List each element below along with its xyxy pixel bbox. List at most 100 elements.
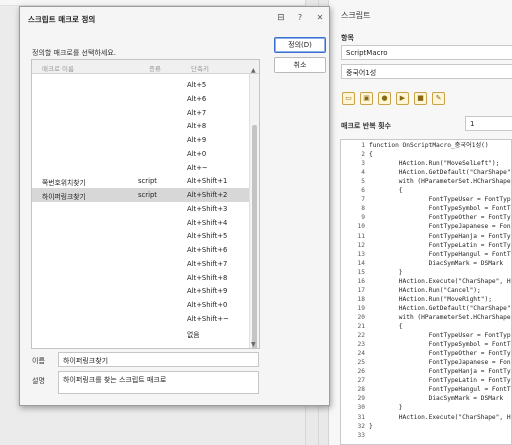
code-line: 30 } (341, 403, 511, 412)
code-text: FontTypeHanja = FontTyp (369, 232, 512, 240)
line-number: 18 (357, 295, 365, 303)
macro-define-dialog: 스크립트 매크로 정의 ⊟ ? ✕ 정의할 매크로를 선택하세요. 매크로 이름… (19, 6, 330, 406)
code-text: FontTypeJapanese = Fon (369, 223, 511, 231)
line-number: 9 (361, 214, 365, 222)
shortcut-cell: Alt+Shift+2 (187, 191, 228, 199)
line-number: 1 (361, 142, 365, 149)
code-line: 5 with (HParameterSet.HCharShape (341, 177, 511, 186)
code-text: FontTypeOther = FontTy (369, 350, 511, 358)
name-input[interactable]: 하이퍼링크찾기 (58, 352, 259, 367)
cancel-button[interactable]: 취소 (274, 57, 326, 73)
code-text: HAction.Run("Cancel"); (369, 286, 481, 294)
code-text: FontTypeOther = FontTy (369, 214, 511, 222)
code-line: 25 FontTypeJapanese = Fon (341, 358, 511, 367)
item-script-macro[interactable]: ScriptMacro (341, 45, 512, 60)
list-item[interactable]: Alt+Shift+~ (32, 312, 249, 326)
code-line: 9 FontTypeOther = FontTy (341, 213, 511, 222)
define-button[interactable]: 정의(D) (274, 37, 326, 53)
save-icon[interactable]: ▣ (360, 92, 373, 105)
line-number: 25 (357, 359, 365, 367)
list-item[interactable]: Alt+0 (32, 147, 249, 161)
line-number: 29 (357, 395, 365, 403)
list-item[interactable]: 쪽번호위치찾기 script Alt+Shift+1 (32, 174, 249, 188)
record-icon[interactable]: ● (378, 92, 391, 105)
code-line: 10 FontTypeJapanese = Fon (341, 222, 511, 231)
code-text: HAction.GetDefault("CharShape", (369, 304, 512, 312)
list-item[interactable]: Alt+6 (32, 92, 249, 106)
line-number: 4 (361, 169, 365, 177)
code-text: function OnScriptMacro_중국어1성() (369, 142, 489, 149)
list-header: 매크로 이름 종류 단축키 (32, 60, 259, 74)
edit-icon[interactable]: ✎ (432, 92, 445, 105)
code-line: 29 DiacSymMark = DSMark (341, 394, 511, 403)
list-item[interactable]: Alt+Shift+5 (32, 229, 249, 243)
code-text: HAction.Run("MoveSelLeft"); (369, 160, 500, 168)
open-icon[interactable]: ▭ (342, 92, 355, 105)
code-line: 23 FontTypeSymbol = FontT (341, 340, 511, 349)
description-label: 설명 (32, 377, 45, 385)
code-line: 7 FontTypeUser = FontTyp (341, 195, 511, 204)
column-header-type: 종류 (149, 65, 161, 73)
code-line: 20 with (HParameterSet.HCharShape (341, 313, 511, 322)
code-text: } (369, 404, 403, 412)
name-label: 이름 (32, 357, 45, 365)
code-line: 28 FontTypeHangul = FontTy (341, 385, 511, 394)
line-number: 21 (357, 323, 365, 330)
shortcut-cell: Alt+Shift+3 (187, 204, 228, 213)
code-text: with (HParameterSet.HCharShape (369, 178, 511, 186)
code-line: 4 HAction.GetDefault("CharShape", (341, 168, 511, 177)
code-text: FontTypeUser = FontTyp (369, 196, 511, 204)
item-macro-name[interactable]: 중국어1성 (341, 64, 512, 79)
shortcut-cell: Alt+9 (187, 136, 207, 144)
line-number: 11 (357, 232, 365, 240)
code-editor[interactable]: 1 function OnScriptMacro_중국어1성() 2{3 HActi… (340, 139, 512, 445)
code-text: with (HParameterSet.HCharShape (369, 313, 511, 321)
list-item[interactable]: 없음 (32, 326, 249, 340)
code-text: FontTypeLatin = FontTyp (369, 377, 512, 385)
shortcut-cell: Alt+0 (187, 149, 207, 158)
macro-name-cell: 하이퍼링크찾기 (42, 193, 86, 201)
line-number: 7 (361, 196, 365, 204)
list-item[interactable]: Alt+9 (32, 133, 249, 147)
list-item[interactable]: Alt+Shift+0 (32, 298, 249, 312)
line-number: 13 (357, 250, 365, 258)
shortcut-cell: Alt+Shift+9 (187, 287, 228, 296)
list-item[interactable]: Alt+Shift+6 (32, 243, 249, 257)
scroll-down-arrow-icon[interactable]: ▼ (251, 341, 256, 348)
dialog-menu-icon[interactable]: ⊟ (276, 13, 286, 23)
code-line: 15 } (341, 268, 511, 277)
repeat-count-input[interactable]: 1 (465, 116, 512, 131)
list-item[interactable]: Alt+Shift+7 (32, 257, 249, 271)
list-item[interactable]: Alt+Shift+4 (32, 216, 249, 230)
stop-icon[interactable]: ■ (414, 92, 427, 105)
description-input[interactable]: 하이퍼링크를 찾는 스크립트 매크로 (58, 371, 259, 394)
list-item[interactable]: Alt+5 (32, 78, 249, 92)
run-icon[interactable]: ▶ (396, 92, 409, 105)
dialog-title: 스크립트 매크로 정의 (28, 15, 96, 24)
line-number: 23 (357, 341, 365, 349)
list-item[interactable]: Alt+7 (32, 106, 249, 120)
code-line: 26 FontTypeHanja = FontTyp (341, 367, 511, 376)
shortcut-cell: Alt+~ (187, 163, 208, 172)
scrollbar-thumb[interactable] (252, 125, 257, 348)
line-number: 33 (357, 431, 365, 439)
code-text: HAction.Execute("CharShape", HP (369, 277, 512, 285)
macro-type-cell: script (138, 177, 157, 186)
close-icon[interactable]: ✕ (315, 13, 325, 23)
line-number: 22 (357, 332, 365, 340)
shortcut-cell: Alt+6 (187, 94, 207, 103)
line-number: 20 (357, 313, 365, 321)
list-item[interactable]: Alt+~ (32, 161, 249, 175)
line-number: 24 (357, 350, 365, 358)
list-item[interactable]: Alt+8 (32, 119, 249, 133)
line-number: 27 (357, 377, 365, 385)
list-item[interactable]: Alt+Shift+9 (32, 284, 249, 298)
scroll-up-arrow-icon[interactable]: ▲ (251, 67, 256, 74)
code-line: 2{ (341, 150, 511, 159)
line-number: 31 (357, 413, 365, 421)
list-item[interactable]: Alt+Shift+8 (32, 271, 249, 285)
help-icon[interactable]: ? (295, 13, 305, 23)
list-item[interactable]: 하이퍼링크찾기 script Alt+Shift+2 (32, 188, 249, 202)
code-text: FontTypeHangul = FontTy (369, 250, 512, 258)
list-item[interactable]: Alt+Shift+3 (32, 202, 249, 216)
